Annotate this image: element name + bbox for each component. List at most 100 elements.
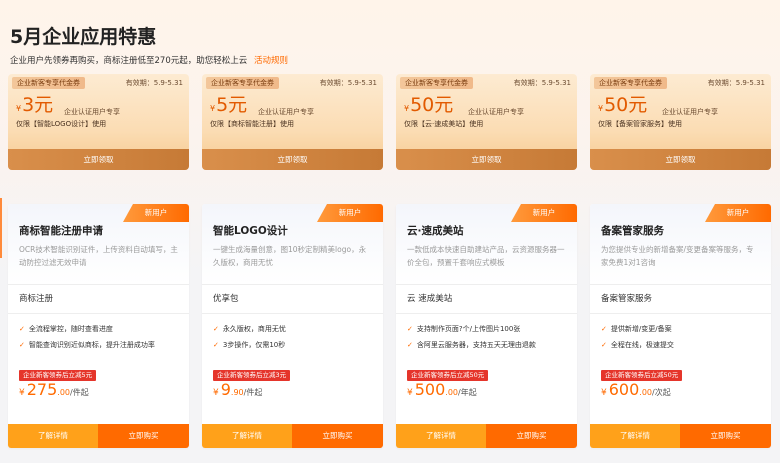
check-icon: ✓ xyxy=(407,325,413,333)
product-spec[interactable]: 云 速成美站 xyxy=(396,284,577,314)
buy-now-button[interactable]: 立即购买 xyxy=(486,424,577,448)
feature-item: ✓ 支持制作页面?个/上传图片100张 xyxy=(407,324,520,334)
product-spec[interactable]: 商标注册 xyxy=(8,284,189,314)
product-card: 新用户 智能LOGO设计 一键生成海量创意，图10秒定制精美logo，永久版权，… xyxy=(202,204,383,448)
left-accent-bar xyxy=(0,198,2,258)
feature-item: ✓ 3步操作，仅需10秒 xyxy=(213,340,285,350)
card-actions: 了解详情 立即购买 xyxy=(8,424,189,448)
coupon-amount: ¥5元 xyxy=(210,90,247,117)
currency-symbol: ¥ xyxy=(404,104,410,113)
currency-symbol: ¥ xyxy=(407,388,413,398)
new-user-badge: 新用户 xyxy=(123,204,189,222)
page-title: 5月企业应用特惠 xyxy=(10,26,157,48)
claim-coupon-button[interactable]: 立即领取 xyxy=(8,149,189,170)
card-actions: 了解详情 立即购买 xyxy=(202,424,383,448)
product-price: ¥275.00/件起 xyxy=(19,380,89,399)
feature-text: 全程在线，极速提交 xyxy=(610,341,674,349)
price-decimal: .00 xyxy=(445,388,459,397)
product-spec[interactable]: 优享包 xyxy=(202,284,383,314)
learn-more-button[interactable]: 了解详情 xyxy=(590,424,680,448)
product-title: 商标智能注册申请 xyxy=(19,225,103,237)
price-unit: /件起 xyxy=(70,388,89,397)
feature-text: 智能查询识别近似商标，提升注册成功率 xyxy=(28,341,155,349)
coupon-amount: ¥50元 xyxy=(598,90,647,117)
coupon-amount: ¥50元 xyxy=(404,90,453,117)
activity-rules-link[interactable]: 活动规则 xyxy=(254,56,288,66)
buy-now-button[interactable]: 立即购买 xyxy=(98,424,189,448)
claim-coupon-button[interactable]: 立即领取 xyxy=(396,149,577,170)
price-integer: 275 xyxy=(26,380,58,399)
card-actions: 了解详情 立即购买 xyxy=(590,424,771,448)
price-decimal: .00 xyxy=(57,388,71,397)
check-icon: ✓ xyxy=(213,341,219,349)
product-description: OCR技术智能识别证件，上传资料自动填写，主动防控过滤无效申请 xyxy=(19,245,178,267)
coupon-card: 企业新客专享代金券 有效期：5.9-5.31 ¥5元 企业认证用户专享 仅限【商… xyxy=(202,74,383,170)
card-actions: 了解详情 立即购买 xyxy=(396,424,577,448)
check-icon: ✓ xyxy=(19,325,25,333)
feature-text: 全流程掌控，随时查看进度 xyxy=(28,325,113,333)
product-card: 新用户 商标智能注册申请 OCR技术智能识别证件，上传资料自动填写，主动防控过滤… xyxy=(8,204,189,448)
learn-more-button[interactable]: 了解详情 xyxy=(396,424,486,448)
coupon-validity: 有效期：5.9-5.31 xyxy=(707,79,765,87)
product-price: ¥9.90/件起 xyxy=(213,380,262,399)
subtitle-text: 企业用户先领券再购买，商标注册低至270元起，助您轻松上云 xyxy=(10,56,248,66)
new-user-badge: 新用户 xyxy=(317,204,383,222)
coupon-limit: 仅限【商标智能注册】使用 xyxy=(210,120,294,128)
coupon-condition: 企业认证用户专享 xyxy=(258,108,314,116)
coupon-validity: 有效期：5.9-5.31 xyxy=(319,79,377,87)
feature-text: 提供新增/变更/备案 xyxy=(610,325,672,333)
coupon-card: 企业新客专享代金券 有效期：5.9-5.31 ¥3元 企业认证用户专享 仅限【智… xyxy=(8,74,189,170)
product-card: 新用户 云·速成美站 一款低成本快速自助建站产品，云资源服务器一价全包，预置千套… xyxy=(396,204,577,448)
currency-symbol: ¥ xyxy=(210,104,216,113)
buy-now-button[interactable]: 立即购买 xyxy=(680,424,771,448)
coupon-tag: 企业新客专享代金券 xyxy=(206,77,279,89)
product-title: 智能LOGO设计 xyxy=(213,225,288,237)
coupon-card: 企业新客专享代金券 有效期：5.9-5.31 ¥50元 企业认证用户专享 仅限【… xyxy=(590,74,771,170)
coupon-card: 企业新客专享代金券 有效期：5.9-5.31 ¥50元 企业认证用户专享 仅限【… xyxy=(396,74,577,170)
product-price: ¥500.00/年起 xyxy=(407,380,477,399)
feature-text: 永久版权，商用无忧 xyxy=(222,325,286,333)
feature-text: 含阿里云服务器，支持五天无理由退款 xyxy=(416,341,536,349)
coupon-value: 5元 xyxy=(216,94,248,116)
claim-coupon-button[interactable]: 立即领取 xyxy=(590,149,771,170)
coupon-limit: 仅限【云·速成美站】使用 xyxy=(404,120,484,128)
product-spec[interactable]: 备案管家服务 xyxy=(590,284,771,314)
feature-text: 支持制作页面?个/上传图片100张 xyxy=(416,325,521,333)
product-title: 备案管家服务 xyxy=(601,225,664,237)
coupon-limit: 仅限【智能LOGO设计】使用 xyxy=(16,120,107,128)
coupon-tag: 企业新客专享代金券 xyxy=(400,77,473,89)
check-icon: ✓ xyxy=(601,341,607,349)
coupon-tag: 企业新客专享代金券 xyxy=(594,77,667,89)
currency-symbol: ¥ xyxy=(601,388,607,398)
feature-item: ✓ 含阿里云服务器，支持五天无理由退款 xyxy=(407,340,536,350)
coupon-value: 50元 xyxy=(410,94,454,116)
learn-more-button[interactable]: 了解详情 xyxy=(8,424,98,448)
currency-symbol: ¥ xyxy=(213,388,219,398)
price-unit: /次起 xyxy=(652,388,671,397)
coupon-condition: 企业认证用户专享 xyxy=(662,108,718,116)
price-integer: 500 xyxy=(414,380,446,399)
new-user-badge: 新用户 xyxy=(511,204,577,222)
feature-text: 3步操作，仅需10秒 xyxy=(222,341,286,349)
price-decimal: .90 xyxy=(230,388,244,397)
new-user-badge: 新用户 xyxy=(705,204,771,222)
feature-item: ✓ 全程在线，极速提交 xyxy=(601,340,674,350)
coupon-condition: 企业认证用户专享 xyxy=(468,108,524,116)
coupon-validity: 有效期：5.9-5.31 xyxy=(125,79,183,87)
product-description: 为您提供专业的新增备案/变更备案等服务，专家免费1对1咨询 xyxy=(601,245,754,267)
coupon-tag: 企业新客专享代金券 xyxy=(12,77,85,89)
price-integer: 600 xyxy=(608,380,640,399)
feature-item: ✓ 智能查询识别近似商标，提升注册成功率 xyxy=(19,340,155,350)
coupon-amount: ¥3元 xyxy=(16,90,53,117)
product-card: 新用户 备案管家服务 为您提供专业的新增备案/变更备案等服务，专家免费1对1咨询… xyxy=(590,204,771,448)
currency-symbol: ¥ xyxy=(598,104,604,113)
learn-more-button[interactable]: 了解详情 xyxy=(202,424,292,448)
price-unit: /年起 xyxy=(458,388,477,397)
price-unit: /件起 xyxy=(243,388,263,397)
buy-now-button[interactable]: 立即购买 xyxy=(292,424,383,448)
check-icon: ✓ xyxy=(407,341,413,349)
claim-coupon-button[interactable]: 立即领取 xyxy=(202,149,383,170)
check-icon: ✓ xyxy=(213,325,219,333)
product-description: 一款低成本快速自助建站产品，云资源服务器一价全包，预置千套响应式模板 xyxy=(407,245,565,267)
page-subtitle: 企业用户先领券再购买，商标注册低至270元起，助您轻松上云 活动规则 xyxy=(10,54,288,66)
